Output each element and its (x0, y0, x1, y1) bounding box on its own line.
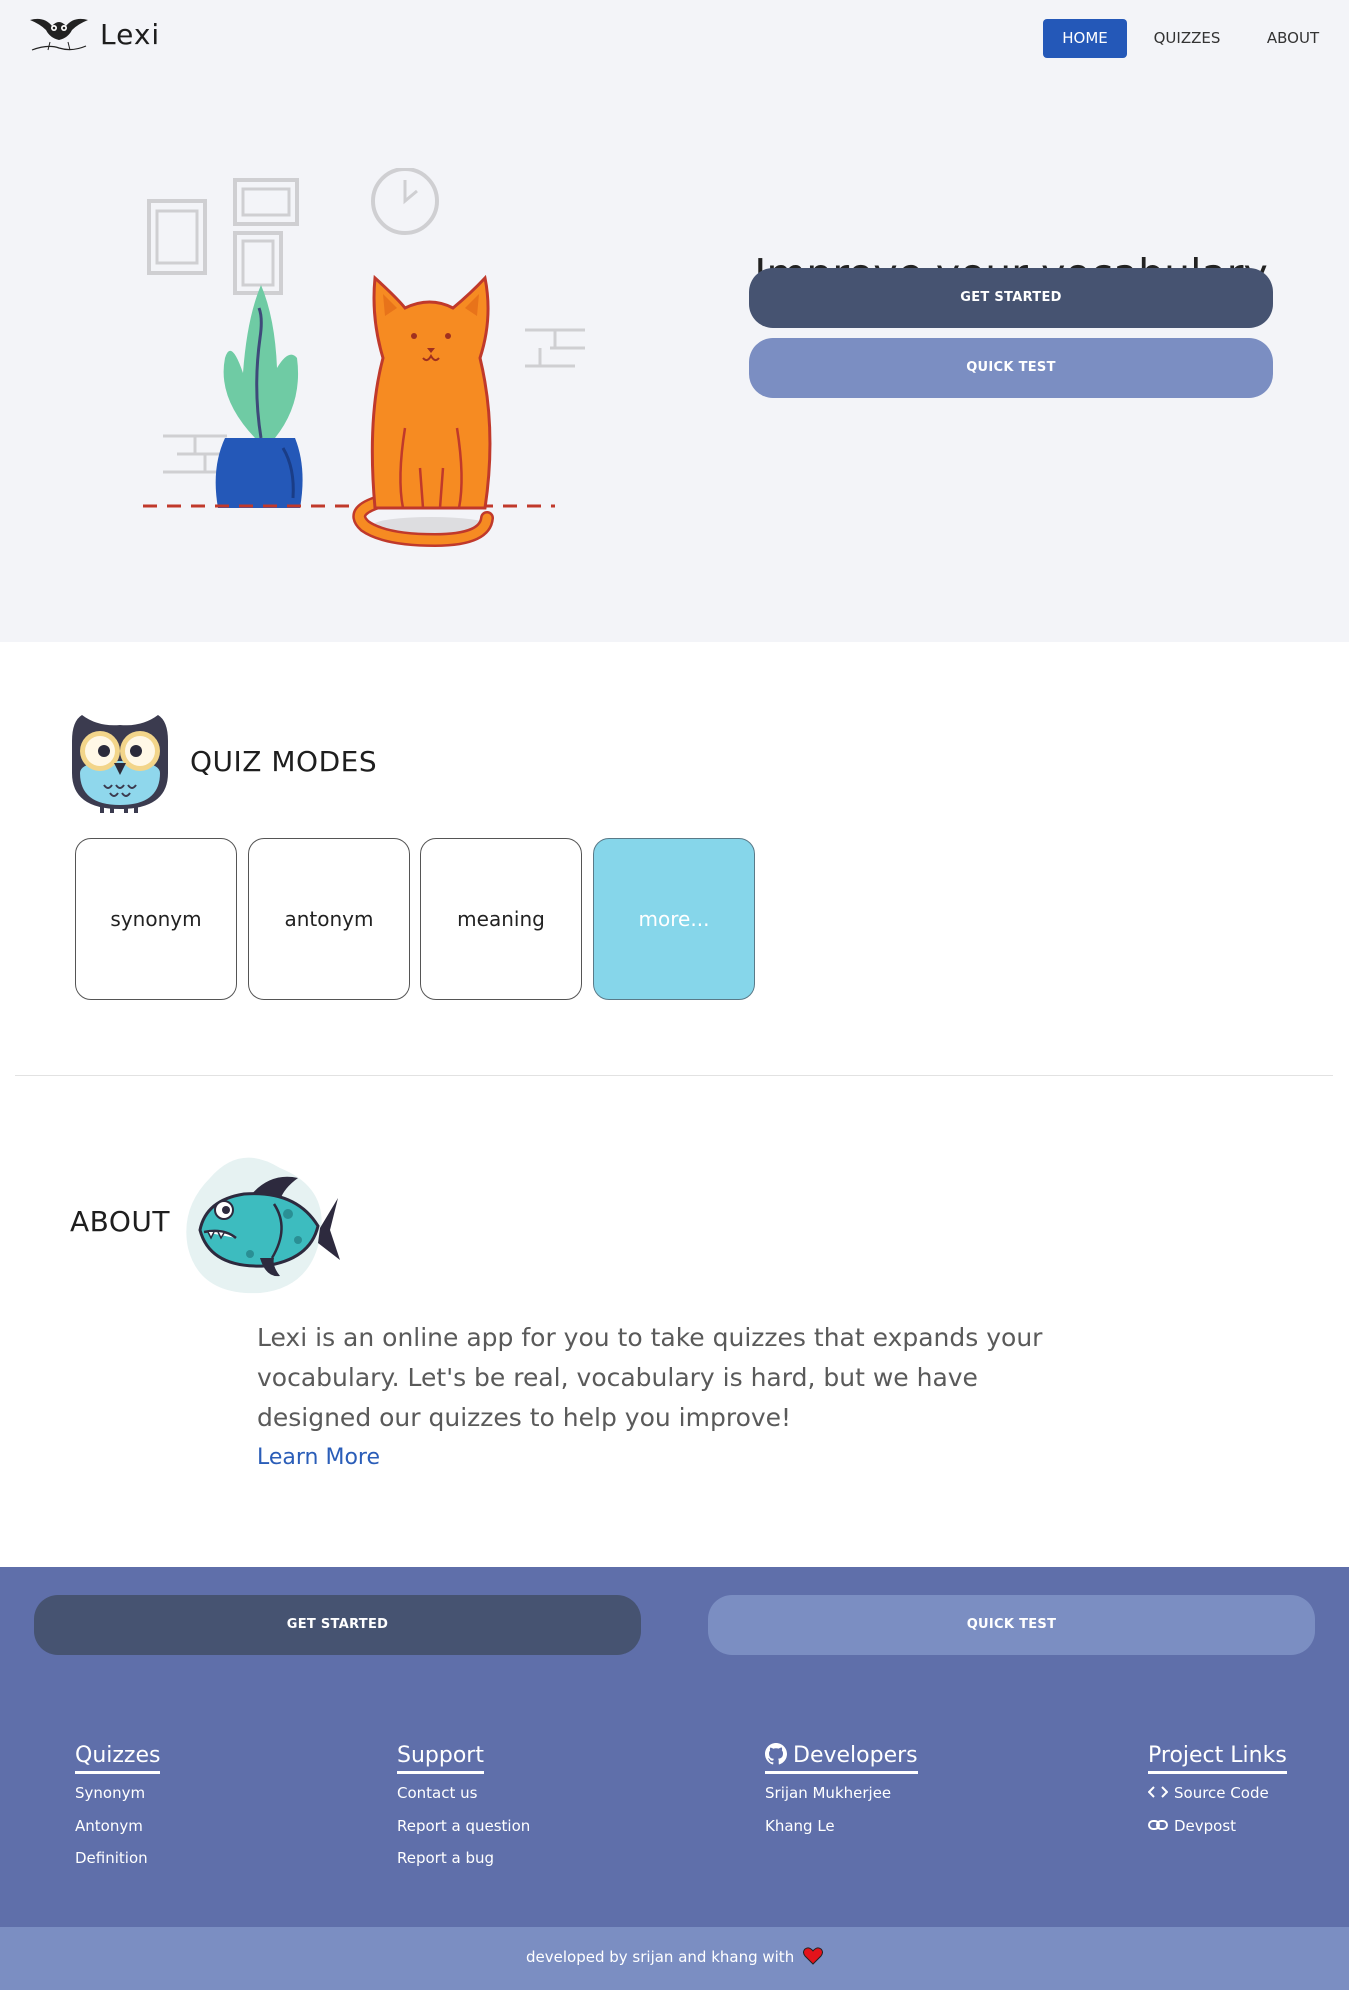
credit-text: developed by srijan and khang with (526, 1948, 795, 1966)
top-navbar: Lexi HOME QUIZZES ABOUT (0, 0, 1349, 78)
footer-quick-test-button[interactable]: QUICK TEST (708, 1595, 1315, 1655)
hero-get-started-button[interactable]: GET STARTED (749, 268, 1273, 328)
heart-icon (802, 1947, 823, 1965)
footer-get-started-button[interactable]: GET STARTED (34, 1595, 641, 1655)
mode-meaning-card[interactable]: meaning (420, 838, 582, 1000)
link-icon (1148, 1820, 1168, 1830)
hero-quick-test-button[interactable]: QUICK TEST (749, 338, 1273, 398)
footer-link-khang[interactable]: Khang Le (765, 1817, 835, 1835)
mode-more-card[interactable]: more... (593, 838, 755, 1000)
footer-developers-title: Developers (765, 1743, 918, 1774)
footer-project-links-title: Project Links (1148, 1743, 1287, 1774)
mode-synonym-card[interactable]: synonym (75, 838, 237, 1000)
code-icon (1148, 1786, 1168, 1798)
owl-mascot-icon (72, 715, 168, 813)
footer-link-contact-us[interactable]: Contact us (397, 1784, 477, 1802)
section-divider (15, 1075, 1333, 1076)
footer-link-antonym[interactable]: Antonym (75, 1817, 143, 1835)
nav-quizzes-button[interactable]: QUIZZES (1145, 19, 1229, 58)
nav-about-button[interactable]: ABOUT (1250, 19, 1336, 58)
credit-line: developed by srijan and khang with (0, 1947, 1349, 1966)
about-description: Lexi is an online app for you to take qu… (257, 1323, 1043, 1432)
footer-developers-label: Developers (793, 1743, 918, 1768)
github-icon (765, 1743, 787, 1765)
about-title: ABOUT (70, 1205, 171, 1238)
footer-link-synonym[interactable]: Synonym (75, 1784, 145, 1802)
footer-quizzes-title: Quizzes (75, 1743, 161, 1774)
mode-antonym-card[interactable]: antonym (248, 838, 410, 1000)
footer-link-report-question[interactable]: Report a question (397, 1817, 530, 1835)
footer-link-srijan[interactable]: Srijan Mukherjee (765, 1784, 891, 1802)
footer-link-source-code[interactable]: Source Code (1148, 1784, 1269, 1802)
footer-link-devpost[interactable]: Devpost (1148, 1817, 1236, 1835)
learn-more-link[interactable]: Learn More (257, 1445, 380, 1470)
piranha-fish-icon (186, 1157, 340, 1294)
brand-name[interactable]: Lexi (100, 18, 160, 51)
footer-support-title: Support (397, 1743, 484, 1774)
owl-logo-icon[interactable] (28, 14, 90, 54)
footer-source-code-label: Source Code (1174, 1784, 1269, 1802)
quiz-modes-title: QUIZ MODES (190, 745, 378, 778)
footer-link-report-bug[interactable]: Report a bug (397, 1849, 494, 1867)
footer-devpost-label: Devpost (1174, 1817, 1237, 1835)
nav-home-button[interactable]: HOME (1043, 19, 1127, 58)
cat-and-plant-illustration (143, 168, 585, 548)
footer-link-definition[interactable]: Definition (75, 1849, 148, 1867)
